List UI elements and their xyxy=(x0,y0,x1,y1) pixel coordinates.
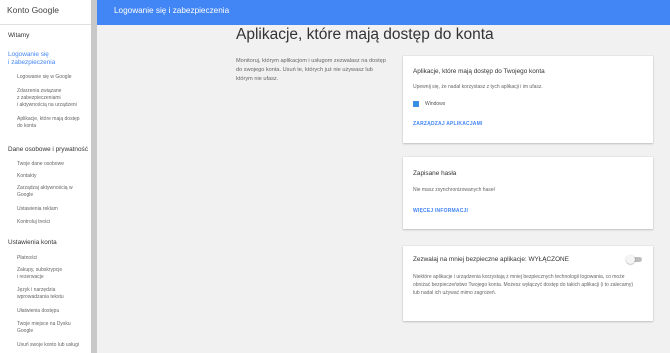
learn-more-link[interactable]: WIĘCEJ INFORMACJI xyxy=(413,208,468,214)
sidebar-item-label: i rezerwacje xyxy=(17,274,44,281)
sidebar-item-label: Twoje miejsce na Dysku xyxy=(17,321,71,327)
sidebar-item-language[interactable]: Język i narzędzia wprowadzania tekstu xyxy=(17,287,64,301)
manage-apps-link[interactable]: ZARZĄDZAJ APLIKACJAMI xyxy=(413,121,483,127)
sidebar-item-label: Google xyxy=(17,328,34,335)
section-title: Logowanie się i zabezpieczenia xyxy=(114,6,230,15)
card-description: Niektóre aplikacje i urządzenia korzysta… xyxy=(413,274,634,296)
sidebar-item-label: Google xyxy=(17,192,34,199)
sidebar-item-label: do konta xyxy=(17,123,37,130)
sidebar-item-label: Aplikacje, które mają dostęp xyxy=(17,116,80,122)
card-title: Zezwalaj na mniej bezpieczne aplikacje: … xyxy=(413,256,569,263)
sidebar-item-label: Ustawienia reklam xyxy=(17,206,58,212)
sidebar-divider xyxy=(0,24,91,25)
sidebar-item-label: i zabezpieczenia xyxy=(8,58,56,66)
sidebar-item-label: Zakupy, subskrypcje xyxy=(17,267,63,273)
sidebar-item-payments[interactable]: Płatności xyxy=(17,255,37,262)
sidebar-item-label: Zdarzenia związane xyxy=(17,88,62,94)
toggle-knob[interactable] xyxy=(626,255,635,264)
sidebar-item-label: Zarządzaj aktywnością w xyxy=(17,185,73,191)
apps-access-card: Aplikacje, które mają dostęp do Twojego … xyxy=(403,56,653,143)
sidebar-item-account-prefs[interactable]: Ustawienia konta xyxy=(8,239,57,246)
sidebar-item-contacts[interactable]: Kontakty xyxy=(17,173,36,180)
sidebar-item-label: z zabezpieczeniami xyxy=(17,95,61,102)
sidebar-item-label: Kontroluj treści xyxy=(17,219,51,225)
sidebar-item-ad-settings[interactable]: Ustawienia reklam xyxy=(17,206,58,213)
sidebar-item-drive-storage[interactable]: Twoje miejsce na Dysku Google xyxy=(17,321,71,335)
sidebar-item-label: Ułatwienia dostępu xyxy=(17,308,60,314)
sidebar-item-purchases[interactable]: Zakupy, subskrypcje i rezerwacje xyxy=(17,267,62,281)
sidebar-item-google-signin[interactable]: Logowanie się w Google xyxy=(17,74,71,81)
sidebar-item-delete-account[interactable]: Usuń swoje konto lub usługi xyxy=(17,342,79,349)
sidebar-item-personal-info[interactable]: Twoje dane osobowe xyxy=(17,161,64,168)
windows-icon xyxy=(413,101,419,107)
page-title: Aplikacje, które mają dostęp do konta xyxy=(236,26,494,43)
top-bar: Logowanie się i zabezpieczenia xyxy=(97,0,670,25)
page-description: Monitoruj, którym aplikacjom i usługom z… xyxy=(236,58,386,82)
sidebar-item-label: Logowanie się w Google xyxy=(17,74,72,80)
sidebar: Konto Google Witamy Logowanie się i zabe… xyxy=(0,0,97,353)
sidebar-item-label: Twoje dane osobowe xyxy=(17,161,64,167)
saved-passwords-card: Zapisane hasła Nie masz zsynchronizowany… xyxy=(403,157,653,229)
sidebar-item-privacy[interactable]: Dane osobowe i prywatność xyxy=(8,146,88,153)
sidebar-item-label: Usuń swoje konto lub usługi xyxy=(17,342,79,348)
sidebar-item-label: Język i narzędzia xyxy=(17,287,56,293)
sidebar-item-welcome[interactable]: Witamy xyxy=(8,32,29,39)
sidebar-item-security-events[interactable]: Zdarzenia związane z zabezpieczeniami i … xyxy=(17,88,77,110)
sidebar-item-label: Płatności xyxy=(17,255,38,261)
app-title[interactable]: Konto Google xyxy=(7,5,59,15)
card-description: Upewnij się, że nadal korzystasz z tych … xyxy=(413,84,543,90)
app-name: Windows xyxy=(425,101,446,107)
sidebar-item-activity-controls[interactable]: Zarządzaj aktywnością w Google xyxy=(17,185,73,199)
sidebar-item-connected-apps[interactable]: Aplikacje, które mają dostęp do konta xyxy=(17,116,80,130)
card-title: Aplikacje, które mają dostęp do Twojego … xyxy=(413,68,545,75)
sidebar-item-label: Kontakty xyxy=(17,173,37,179)
sidebar-item-label: wprowadzania tekstu xyxy=(17,294,64,301)
sidebar-item-accessibility[interactable]: Ułatwienia dostępu xyxy=(17,308,59,315)
less-secure-apps-card: Zezwalaj na mniej bezpieczne aplikacje: … xyxy=(403,246,653,321)
sidebar-item-label: i aktywnością na urządzeni xyxy=(17,102,77,109)
sidebar-item-label: Logowanie się xyxy=(8,51,49,58)
sidebar-scrollbar[interactable] xyxy=(91,0,97,353)
sidebar-item-control-content[interactable]: Kontroluj treści xyxy=(17,219,50,226)
card-title: Zapisane hasła xyxy=(413,170,457,177)
sidebar-item-security[interactable]: Logowanie się i zabezpieczenia xyxy=(8,51,55,67)
card-description: Nie masz zsynchronizowanych haseł xyxy=(413,187,495,193)
